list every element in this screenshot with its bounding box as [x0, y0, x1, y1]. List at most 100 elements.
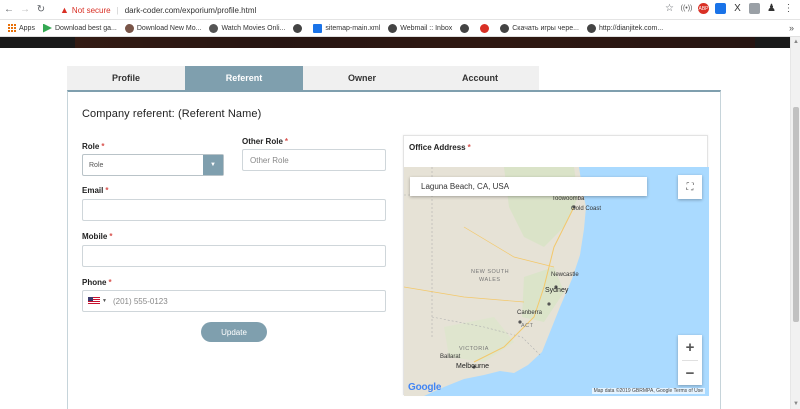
- scroll-thumb[interactable]: [793, 107, 799, 322]
- email-label-text: Email: [82, 186, 104, 195]
- back-arrow-icon[interactable]: ←: [2, 3, 16, 17]
- tab-profile[interactable]: Profile: [67, 66, 185, 90]
- puzzle-icon[interactable]: [749, 3, 760, 14]
- banner-image: [75, 37, 755, 48]
- map-attribution[interactable]: Map data ©2019 GBRMPA, Google Terms of U…: [591, 388, 705, 394]
- bookmark-apps[interactable]: Apps: [8, 24, 35, 32]
- other-role-label: Other Role *: [242, 137, 288, 146]
- bookmark-globe-1[interactable]: [293, 23, 305, 33]
- bookmarks-bar: Apps Download best ga... Download New Mo…: [0, 20, 800, 37]
- chevron-down-icon[interactable]: ▼: [203, 155, 223, 175]
- more-bookmarks-icon[interactable]: »: [789, 23, 794, 33]
- bookmark-webmail[interactable]: Webmail :: Inbox: [388, 23, 452, 33]
- tab-referent[interactable]: Referent: [185, 66, 303, 90]
- map-label-victoria: VICTORIA: [459, 346, 489, 352]
- google-logo-text: Google: [408, 382, 442, 393]
- scroll-up-arrow-icon[interactable]: ▲: [793, 39, 799, 45]
- page-title: Company referent: (Referent Name): [82, 108, 262, 120]
- required-marker: *: [284, 137, 289, 146]
- url-text[interactable]: dark-coder.com/exporium/profile.html: [125, 6, 257, 15]
- us-flag-icon[interactable]: [88, 297, 100, 305]
- globe-icon: [586, 23, 596, 33]
- bookmark-label: Download New Mo...: [136, 24, 202, 32]
- bookmark-red[interactable]: [480, 23, 492, 33]
- required-marker: *: [109, 232, 113, 241]
- map-label-act: ACT: [521, 323, 534, 329]
- map-label-ballarat: Ballarat: [440, 354, 461, 360]
- bookmark-watch-movies[interactable]: Watch Movies Onli...: [209, 23, 286, 33]
- bookmark-label: http://dianjitek.com...: [598, 24, 664, 32]
- tab-account[interactable]: Account: [421, 66, 539, 90]
- profile-tabs: Profile Referent Owner Account: [67, 66, 539, 90]
- referent-panel: Company referent: (Referent Name) Role * …: [67, 90, 721, 409]
- bookmark-label: Watch Movies Onli...: [221, 24, 286, 32]
- map-view[interactable]: Toowoomba Gold Coast NEW SOUTH WALES New…: [404, 167, 709, 396]
- scroll-down-arrow-icon[interactable]: ▼: [793, 401, 799, 407]
- role-select[interactable]: Role ▼: [82, 154, 224, 176]
- forward-arrow-icon[interactable]: →: [18, 3, 32, 17]
- bookmark-globe-2[interactable]: [460, 23, 472, 33]
- mobile-label-text: Mobile: [82, 232, 108, 241]
- map-label-nsw: NEW SOUTH: [471, 269, 510, 275]
- cast-icon[interactable]: ((•)): [681, 3, 693, 14]
- reload-icon[interactable]: ↻: [34, 3, 48, 17]
- address-bar[interactable]: ▲ Not secure | dark-coder.com/exporium/p…: [60, 2, 256, 18]
- bull-icon: [124, 23, 134, 33]
- email-label: Email *: [82, 186, 108, 195]
- bookmark-sitemap[interactable]: sitemap-main.xml: [313, 23, 381, 33]
- map-search-input[interactable]: Laguna Beach, CA, USA: [410, 177, 647, 196]
- zoom-in-button[interactable]: +: [678, 335, 702, 360]
- role-select-value: Role: [89, 161, 104, 169]
- fullscreen-icon[interactable]: ⛶: [678, 175, 702, 199]
- profile-icon[interactable]: ♟: [766, 3, 777, 14]
- office-address-label: Office Address *: [409, 143, 471, 152]
- required-marker: *: [101, 142, 105, 151]
- role-label: Role *: [82, 142, 104, 151]
- map-search-value: Laguna Beach, CA, USA: [421, 182, 510, 191]
- menu-icon[interactable]: ⋮: [783, 3, 794, 14]
- other-role-placeholder: Other Role: [250, 155, 289, 165]
- globe-icon: [293, 23, 303, 33]
- play-circle-icon: [209, 23, 219, 33]
- globe-icon: [460, 23, 470, 33]
- office-address-label-text: Office Address: [409, 143, 466, 152]
- required-marker: *: [108, 278, 112, 287]
- phone-field[interactable]: ▼ (201) 555-0123: [82, 290, 386, 312]
- bookmark-label: sitemap-main.xml: [325, 24, 381, 32]
- update-button[interactable]: Update: [201, 322, 267, 342]
- bookmark-games-ru[interactable]: Скачать игры чере...: [500, 23, 579, 33]
- city-dot: [547, 302, 551, 306]
- role-label-text: Role: [82, 142, 100, 151]
- zoom-out-button[interactable]: −: [678, 361, 702, 386]
- phone-placeholder: (201) 555-0123: [112, 296, 168, 306]
- star-icon[interactable]: ☆: [664, 3, 675, 14]
- globe-icon: [388, 23, 398, 33]
- adblock-icon[interactable]: ABP: [698, 3, 709, 14]
- map-label-newcastle: Newcastle: [551, 272, 579, 278]
- bookmark-label: Скачать игры чере...: [512, 24, 579, 32]
- office-address-card: Office Address * Toowoomba Gold Coast NE…: [403, 135, 709, 396]
- bookmark-download-games[interactable]: Download best ga...: [42, 23, 117, 33]
- browser-toolbar: ← → ↻ ▲ Not secure | dark-coder.com/expo…: [0, 0, 800, 20]
- extension-blue-icon[interactable]: [715, 3, 726, 14]
- required-marker: *: [467, 143, 471, 152]
- not-secure-label: Not secure: [71, 5, 111, 15]
- map-label-melbourne: Melbourne: [456, 363, 490, 370]
- map-label-canberra: Canberra: [517, 310, 543, 316]
- bookmark-dianjitek[interactable]: http://dianjitek.com...: [586, 23, 664, 33]
- bookmark-download-movies[interactable]: Download New Mo...: [124, 23, 202, 33]
- caret-down-icon[interactable]: ▼: [102, 298, 107, 304]
- bookmark-label: Download best ga...: [54, 24, 117, 32]
- warning-icon: ▲: [60, 5, 69, 15]
- play-icon: [42, 23, 52, 33]
- email-field[interactable]: [82, 199, 386, 221]
- google-logo[interactable]: Google: [408, 382, 441, 393]
- page-scrollbar[interactable]: ▲ ▼: [790, 37, 800, 409]
- other-role-input[interactable]: Other Role: [242, 149, 386, 171]
- map-label-sydney: Sydney: [545, 287, 569, 294]
- x-extension-icon[interactable]: X: [732, 3, 743, 14]
- phone-label: Phone *: [82, 278, 112, 287]
- phone-label-text: Phone: [82, 278, 107, 287]
- tab-owner[interactable]: Owner: [303, 66, 421, 90]
- mobile-field[interactable]: [82, 245, 386, 267]
